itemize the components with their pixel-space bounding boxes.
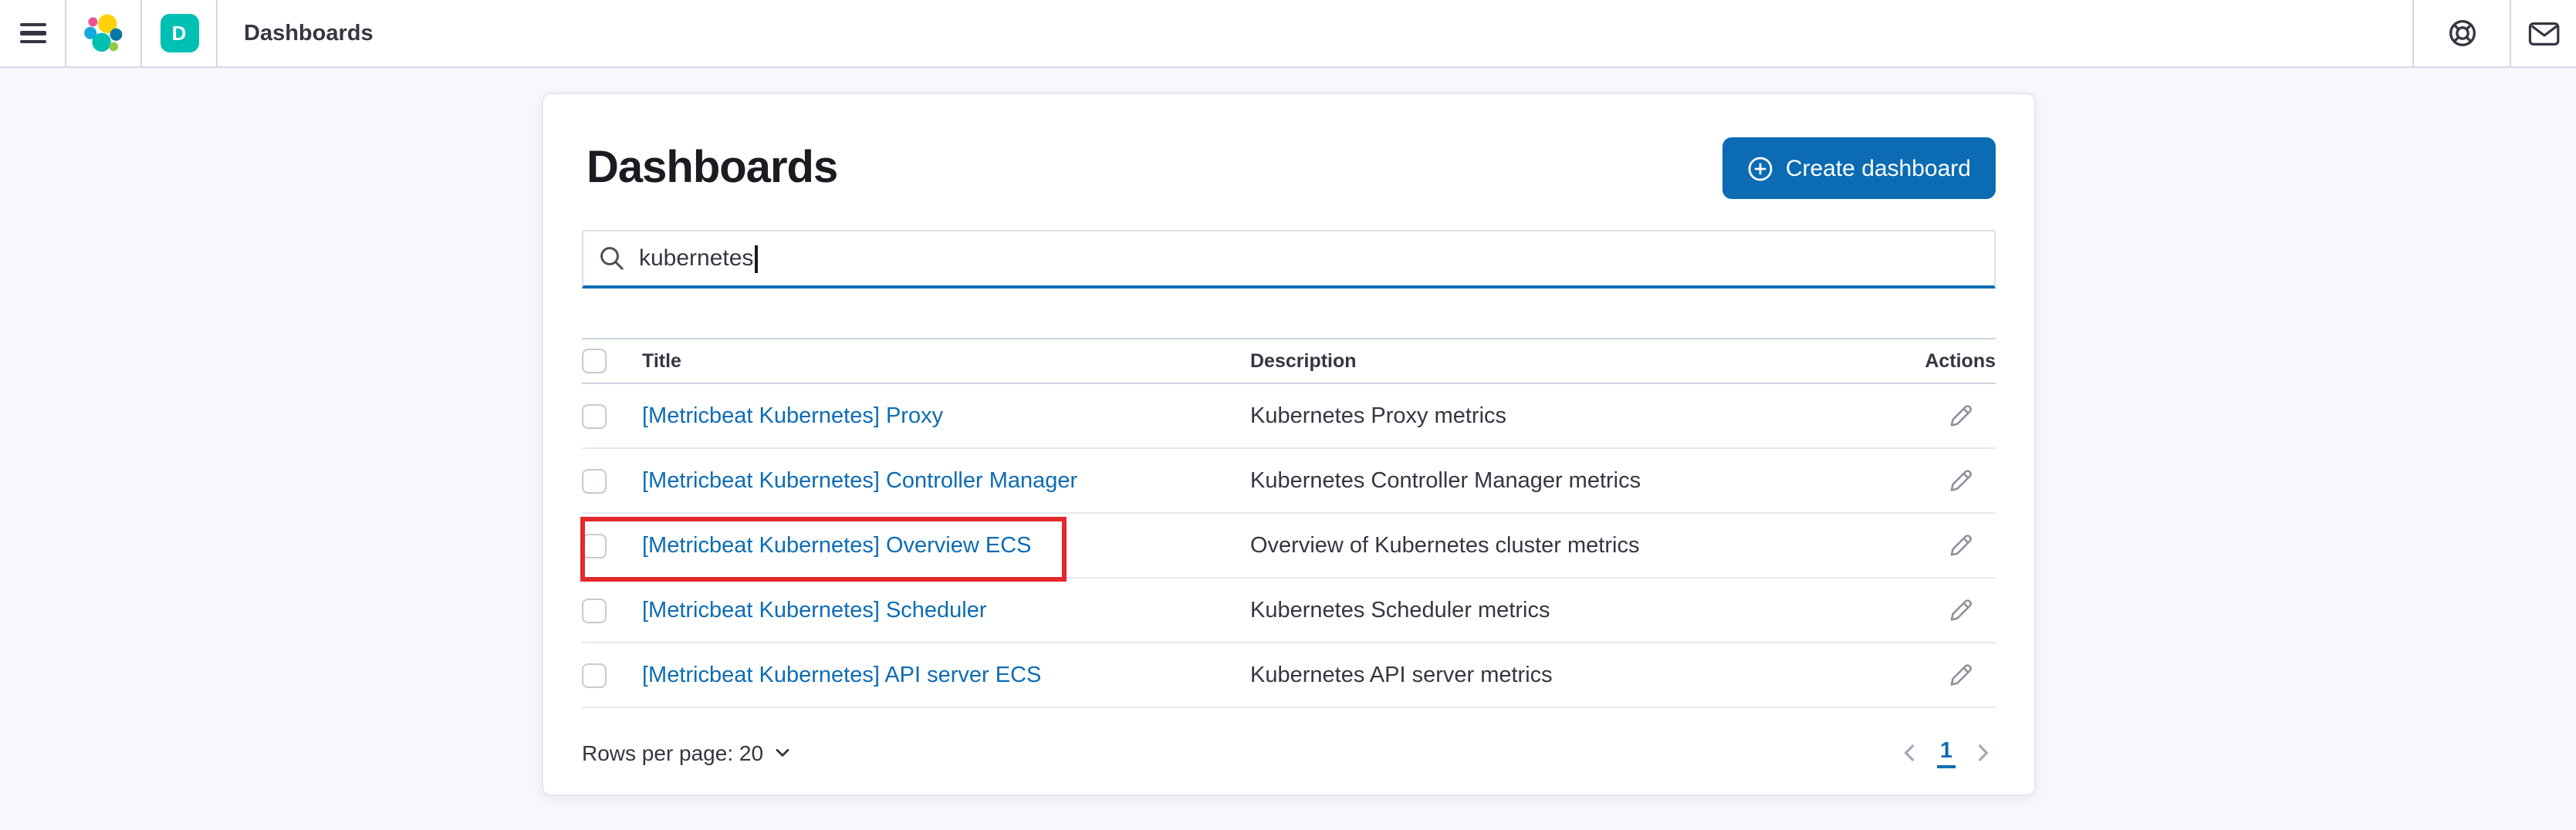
hamburger-icon: [19, 23, 46, 43]
pagination: 1: [1897, 738, 1996, 768]
dashboards-table: Title Description Actions [Metricbeat Ku…: [582, 338, 1996, 708]
dashboard-description: Overview of Kubernetes cluster metrics: [1250, 533, 1903, 558]
row-checkbox[interactable]: [582, 533, 607, 558]
rows-per-page-label: Rows per page: 20: [582, 741, 763, 765]
edit-button[interactable]: [1948, 532, 1974, 558]
row-checkbox[interactable]: [582, 468, 607, 493]
page-number-1[interactable]: 1: [1937, 738, 1956, 768]
dashboard-description: Kubernetes Proxy metrics: [1250, 403, 1903, 428]
pencil-icon: [1948, 597, 1974, 623]
text-caret: [755, 245, 757, 272]
page-title: Dashboards: [587, 137, 837, 199]
top-header-bar: D Dashboards: [0, 0, 2576, 68]
table-row: [Metricbeat Kubernetes] Scheduler Kubern…: [582, 579, 1996, 643]
chevron-down-icon: [772, 744, 791, 762]
search-input[interactable]: kubernetes: [582, 230, 1996, 288]
next-page-button[interactable]: [1971, 739, 1996, 767]
column-header-title: Title: [642, 350, 1250, 372]
dashboard-link[interactable]: [Metricbeat Kubernetes] API server ECS: [642, 663, 1041, 687]
space-badge[interactable]: D: [160, 14, 198, 52]
dashboard-link[interactable]: [Metricbeat Kubernetes] Proxy: [642, 403, 943, 428]
table-row: [Metricbeat Kubernetes] Controller Manag…: [582, 449, 1996, 514]
pencil-icon: [1948, 467, 1974, 494]
previous-page-button[interactable]: [1897, 739, 1922, 767]
search-value: kubernetes: [639, 245, 753, 272]
column-header-description: Description: [1250, 350, 1903, 372]
elastic-logo-button[interactable]: [66, 0, 140, 66]
table-row: [Metricbeat Kubernetes] Proxy Kubernetes…: [582, 384, 1996, 449]
help-menu-button[interactable]: [2412, 0, 2510, 66]
create-dashboard-button[interactable]: Create dashboard: [1722, 137, 1996, 199]
pencil-icon: [1948, 532, 1974, 558]
space-selector[interactable]: D: [142, 0, 216, 66]
dashboard-description: Kubernetes Scheduler metrics: [1250, 598, 1903, 622]
newsfeed-button[interactable]: [2510, 0, 2576, 66]
row-checkbox[interactable]: [582, 403, 607, 428]
row-checkbox[interactable]: [582, 663, 607, 687]
chevron-right-icon: [1974, 742, 1993, 764]
table-header-row: Title Description Actions: [582, 338, 1996, 384]
column-header-actions: Actions: [1903, 350, 1996, 372]
edit-button[interactable]: [1948, 662, 1974, 688]
search-icon: [599, 245, 625, 272]
table-footer: Rows per page: 20 1: [543, 730, 2034, 776]
breadcrumb[interactable]: Dashboards: [218, 0, 374, 66]
dashboards-panel: Dashboards Create dashboard: [542, 93, 2036, 796]
dashboard-link[interactable]: [Metricbeat Kubernetes] Overview ECS: [642, 533, 1032, 558]
dashboard-link[interactable]: [Metricbeat Kubernetes] Controller Manag…: [642, 468, 1077, 493]
create-dashboard-label: Create dashboard: [1786, 155, 1971, 181]
rows-per-page-selector[interactable]: Rows per page: 20: [582, 741, 791, 765]
newsfeed-icon: [2527, 19, 2560, 47]
table-row: [Metricbeat Kubernetes] API server ECS K…: [582, 643, 1996, 708]
edit-button[interactable]: [1948, 467, 1974, 494]
dashboard-link[interactable]: [Metricbeat Kubernetes] Scheduler: [642, 598, 987, 622]
edit-button[interactable]: [1948, 597, 1974, 623]
plus-circle-icon: [1747, 155, 1773, 181]
dashboard-description: Kubernetes Controller Manager metrics: [1250, 468, 1903, 493]
dashboard-description: Kubernetes API server metrics: [1250, 663, 1903, 687]
elastic-logo-icon: [83, 13, 123, 53]
help-icon: [2446, 17, 2478, 49]
panel-header: Dashboards Create dashboard: [543, 94, 2034, 199]
pencil-icon: [1948, 403, 1974, 429]
pencil-icon: [1948, 662, 1974, 688]
page-content: Dashboards Create dashboard: [0, 68, 2576, 830]
chevron-left-icon: [1900, 742, 1918, 764]
table-row-highlighted: [Metricbeat Kubernetes] Overview ECS Ove…: [582, 514, 1996, 579]
search-row: kubernetes: [582, 230, 1996, 288]
menu-button[interactable]: [0, 0, 65, 66]
kibana-app: D Dashboards Dashboards: [0, 0, 2576, 830]
header-spacer: [374, 0, 2412, 66]
select-all-checkbox[interactable]: [582, 349, 607, 373]
edit-button[interactable]: [1948, 403, 1974, 429]
row-checkbox[interactable]: [582, 598, 607, 622]
